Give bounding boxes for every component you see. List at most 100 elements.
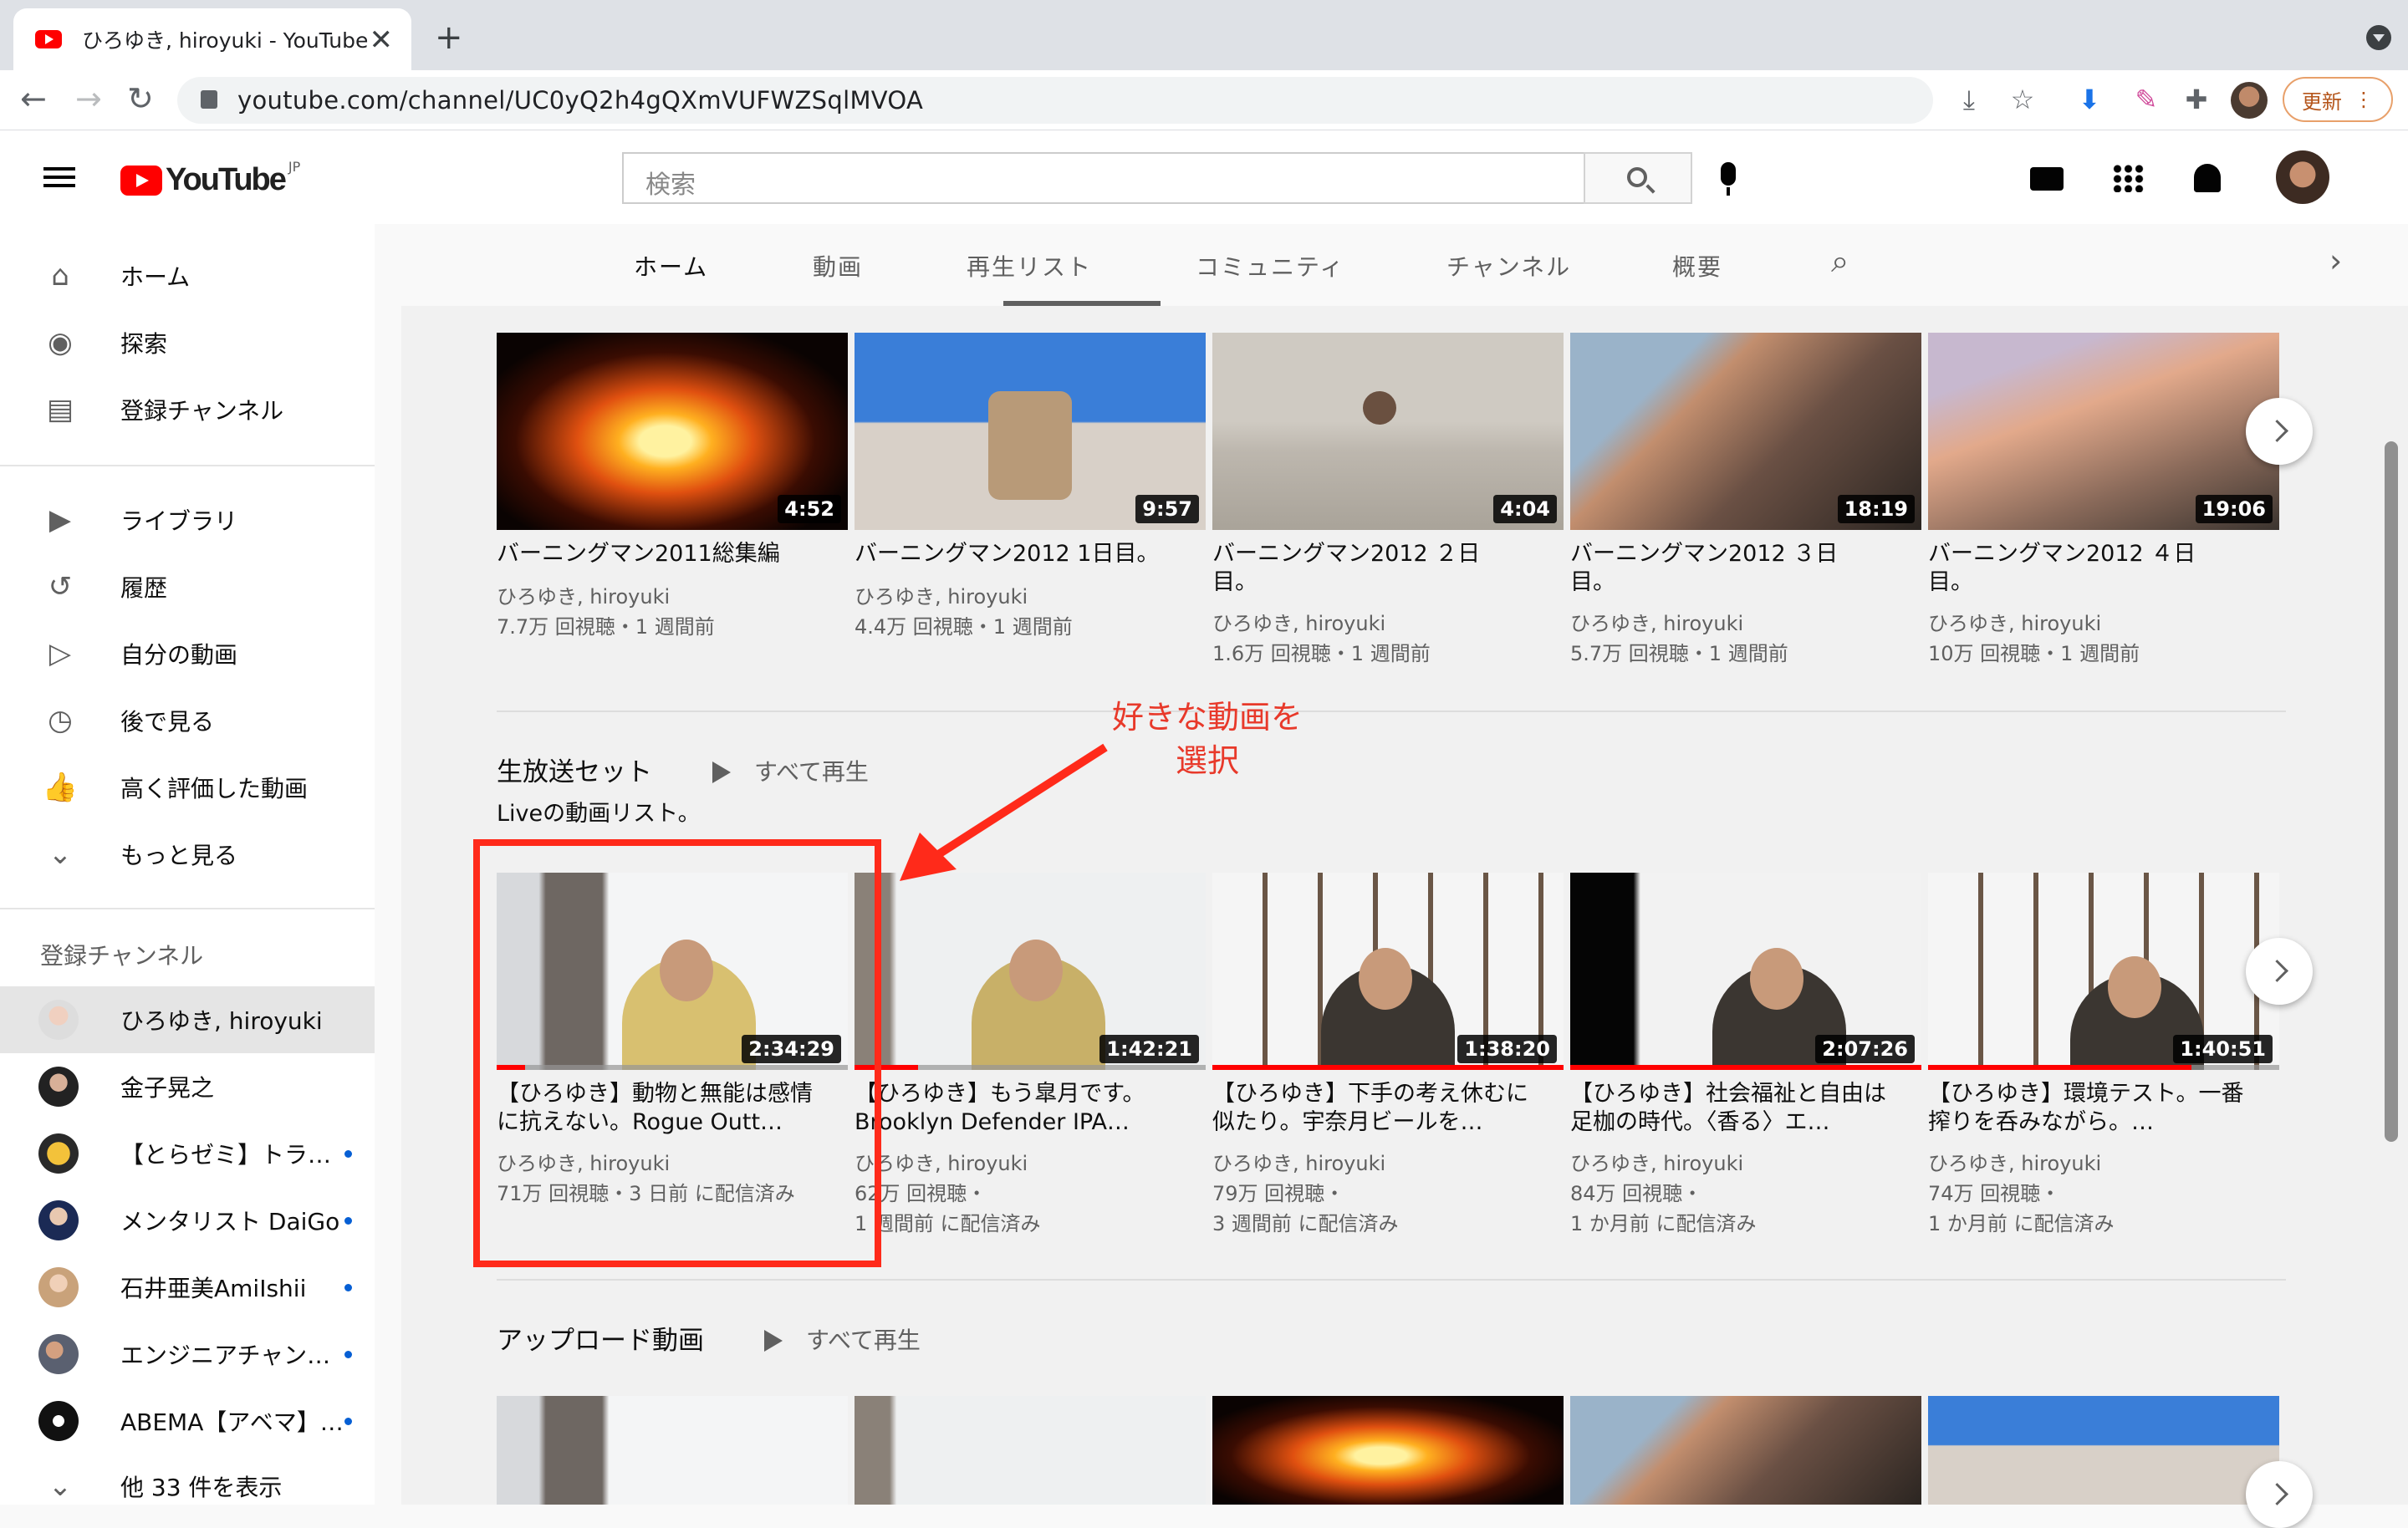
shelf-next-arrow[interactable] (2246, 398, 2313, 465)
sidebar-subscription-item[interactable]: 【とらゼミ】トラ… (0, 1120, 375, 1187)
video-title[interactable]: 【ひろゆき】もう皐月です。Brooklyn Defender IPA… (855, 1080, 1189, 1137)
sidebar-item-history[interactable]: ↺ 履歴 (0, 553, 375, 620)
sidebar-item-show-more[interactable]: ⌄ もっと見る (0, 821, 375, 888)
sidebar-item-liked[interactable]: 👍 高く評価した動画 (0, 754, 375, 821)
video-thumbnail[interactable]: 4:04 (1212, 333, 1564, 530)
shelf-title[interactable]: 生放送セット (497, 751, 652, 788)
tab-home[interactable]: ホーム (634, 249, 708, 283)
view-count: 1.6万 回視聴・1 週間前 (1212, 642, 1431, 665)
video-thumbnail[interactable]: 1:38:20 (1212, 873, 1564, 1070)
channel-name[interactable]: ひろゆき, hiroyuki (1928, 609, 2279, 639)
tab-community[interactable]: コミュニティ (1196, 249, 1344, 283)
video-title[interactable]: バーニングマン2011総集編 (497, 540, 831, 568)
page-scrollbar[interactable] (2385, 441, 2398, 1142)
video-thumbnail[interactable]: 1:40:51 (1928, 873, 2279, 1070)
eyedropper-extension-icon[interactable]: ✎ (2130, 84, 2162, 115)
channel-name[interactable]: ひろゆき, hiroyuki (1570, 1149, 1921, 1179)
view-count: 79万 回視聴・ (1212, 1182, 1345, 1205)
video-thumbnail[interactable]: 2:07:26 (1570, 873, 1921, 1070)
play-all-button[interactable]: すべて再生 (764, 1322, 921, 1356)
tab-playlists[interactable]: 再生リスト (967, 249, 1092, 283)
video-thumbnail[interactable] (1928, 1396, 2279, 1505)
forward-icon[interactable]: → (75, 80, 102, 117)
youtube-play-icon (120, 165, 162, 196)
video-thumbnail[interactable] (855, 1396, 1206, 1505)
shelf-next-arrow[interactable] (2246, 938, 2313, 1005)
video-title[interactable]: バーニングマン2012 1日目。 (855, 540, 1189, 568)
tab-videos[interactable]: 動画 (813, 249, 863, 283)
shelf-title[interactable]: アップロード動画 (497, 1319, 704, 1357)
sidebar-subscription-item[interactable]: 金子晃之 (0, 1053, 375, 1120)
channel-name[interactable]: ひろゆき, hiroyuki (497, 582, 848, 612)
sidebar-subscription-item[interactable]: メンタリスト DaiGo (0, 1187, 375, 1254)
sidebar-subscription-item[interactable]: 石井亜美AmiIshii (0, 1254, 375, 1321)
channel-name[interactable]: ひろゆき, hiroyuki (1212, 1149, 1564, 1179)
back-icon[interactable]: ← (20, 80, 47, 117)
play-all-button[interactable]: すべて再生 (712, 754, 869, 787)
close-tab-icon[interactable]: ✕ (370, 23, 394, 57)
video-thumbnail[interactable] (497, 1396, 848, 1505)
logo-text: YouTube (166, 162, 287, 197)
channel-name[interactable]: ひろゆき, hiroyuki (855, 582, 1206, 612)
search-input[interactable]: 検索 (622, 152, 1585, 204)
reload-icon[interactable]: ↻ (127, 80, 154, 117)
channel-search-icon[interactable]: ⌕ (1831, 242, 1850, 280)
download-extension-icon[interactable]: ⬇ (2074, 84, 2105, 115)
sidebar-subscription-item[interactable]: ひろゆき, hiroyuki (0, 986, 375, 1053)
view-count: 84万 回視聴・ (1570, 1182, 1703, 1205)
sidebar-item-watch-later[interactable]: ◷ 後で見る (0, 687, 375, 754)
video-title[interactable]: バーニングマン2012 ２日目。 (1212, 540, 1513, 597)
watch-progress (1212, 1065, 1564, 1070)
video-title[interactable]: バーニングマン2012 ３日目。 (1570, 540, 1871, 597)
sidebar-item-subscriptions[interactable]: ▤ 登録チャンネル (0, 376, 375, 443)
channel-name[interactable]: ひろゆき, hiroyuki (1928, 1149, 2279, 1179)
video-thumbnail[interactable]: 18:19 (1570, 333, 1921, 530)
address-bar[interactable]: youtube.com/channel/UC0yQ2h4gQXmVUFWZSql… (177, 77, 1933, 124)
video-thumbnail[interactable]: 1:42:21 (855, 873, 1206, 1070)
video-thumbnail[interactable]: 4:52 (497, 333, 848, 530)
tab-channels[interactable]: チャンネル (1446, 249, 1571, 283)
create-video-icon[interactable] (2030, 167, 2064, 191)
browser-tab[interactable]: ひろゆき, hiroyuki - YouTube ✕ (13, 8, 411, 70)
chevron-right-icon[interactable]: › (2329, 242, 2344, 279)
account-avatar[interactable] (2276, 150, 2329, 204)
sidebar-subscription-item[interactable]: エンジニアチャン… (0, 1321, 375, 1388)
video-thumbnail[interactable] (1570, 1396, 1921, 1505)
sidebar-item-home[interactable]: ⌂ ホーム (0, 242, 375, 309)
install-icon[interactable]: ⤓ (1953, 84, 1985, 115)
video-title[interactable]: 【ひろゆき】社会福祉と自由は足枷の時代。〈香る〉エ… (1570, 1080, 1905, 1137)
channel-name[interactable]: ひろゆき, hiroyuki (855, 1149, 1206, 1179)
video-title[interactable]: バーニングマン2012 ４日目。 (1928, 540, 2229, 597)
notifications-bell-icon[interactable] (2194, 164, 2221, 192)
channel-avatar (38, 1200, 79, 1240)
new-tab-icon[interactable]: + (435, 18, 463, 57)
person-head (1009, 940, 1063, 1001)
tab-about[interactable]: 概要 (1672, 249, 1722, 283)
video-thumbnail[interactable] (1212, 1396, 1564, 1505)
video-thumbnail[interactable]: 9:57 (855, 333, 1206, 530)
shelf-next-arrow[interactable] (2246, 1461, 2313, 1528)
sidebar-item-library[interactable]: ▶ ライブラリ (0, 486, 375, 553)
voice-search-icon[interactable] (1721, 162, 1736, 196)
extensions-puzzle-icon[interactable]: ✚ (2181, 84, 2212, 115)
sidebar-item-explore[interactable]: ◉ 探索 (0, 309, 375, 376)
sidebar-item-label: ABEMA【アベマ】… (120, 1408, 344, 1436)
channel-name[interactable]: ひろゆき, hiroyuki (1212, 609, 1564, 639)
video-title[interactable]: 【ひろゆき】環境テスト。一番搾りを呑みながら。… (1928, 1080, 2263, 1137)
update-button[interactable]: 更新 ⋮ (2283, 77, 2393, 122)
video-thumbnail[interactable]: 19:06 (1928, 333, 2279, 530)
youtube-logo[interactable]: YouTube JP (120, 159, 300, 198)
tab-search-icon[interactable] (2366, 25, 2391, 50)
sidebar-item-your-videos[interactable]: ▷ 自分の動画 (0, 620, 375, 687)
search-button[interactable] (1584, 152, 1692, 204)
sidebar-subscription-item[interactable]: ABEMA【アベマ】… (0, 1388, 375, 1454)
apps-grid-icon[interactable] (2112, 164, 2145, 192)
shelf-divider (497, 711, 2286, 712)
channel-name[interactable]: ひろゆき, hiroyuki (1570, 609, 1921, 639)
profile-avatar[interactable] (2231, 82, 2268, 119)
video-meta: ひろゆき, hiroyuki 4.4万 回視聴・1 週間前 (855, 582, 1206, 642)
video-title[interactable]: 【ひろゆき】下手の考え休むに似たり。宇奈月ビールを… (1212, 1080, 1547, 1137)
sidebar-item-show-more-subs[interactable]: ⌄ 他 33 件を表示 (0, 1453, 375, 1520)
menu-icon[interactable] (43, 167, 75, 187)
bookmark-star-icon[interactable]: ☆ (2007, 84, 2038, 115)
